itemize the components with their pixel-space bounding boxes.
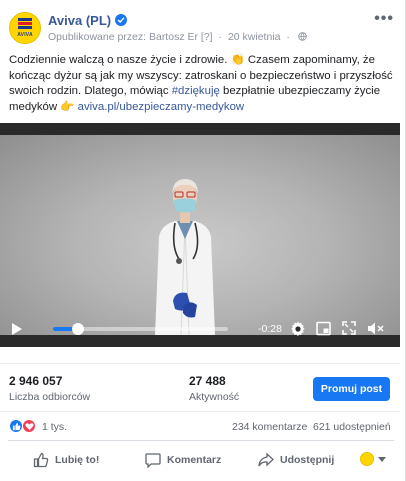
video-time-remaining: -0:28 bbox=[258, 323, 282, 335]
post-date[interactable]: 20 kwietnia bbox=[228, 31, 281, 43]
doctor-figure bbox=[155, 179, 215, 336]
globe-icon[interactable] bbox=[298, 32, 307, 41]
page-name[interactable]: Aviva (PL) bbox=[48, 13, 111, 28]
like-button-label: Lubię to! bbox=[55, 454, 100, 466]
post-insights: 2 946 057 Liczba odbiorców 27 488 Aktywn… bbox=[0, 363, 400, 411]
volume-muted-icon[interactable] bbox=[367, 321, 385, 336]
fullscreen-icon[interactable] bbox=[342, 321, 356, 335]
post-text: Codziennie walczą o nasze życie i zdrowi… bbox=[9, 53, 399, 115]
like-reaction-icon[interactable] bbox=[9, 419, 23, 433]
gear-icon[interactable] bbox=[290, 321, 306, 337]
hashtag-link[interactable]: #dziękuję bbox=[172, 85, 220, 97]
video-scrubber-handle[interactable] bbox=[71, 323, 84, 335]
share-button[interactable]: Udostępnij bbox=[258, 445, 348, 475]
external-link[interactable]: aviva.pl/ubezpieczamy-medykow bbox=[78, 101, 245, 113]
video-player[interactable]: -0:28 bbox=[0, 123, 400, 347]
post-card: AVIVA Aviva (PL) Opublikowane przez: Bar… bbox=[0, 0, 406, 481]
page-name-link[interactable]: Aviva (PL) bbox=[48, 13, 128, 28]
video-controls: -0:28 bbox=[0, 315, 400, 343]
verified-badge-icon bbox=[115, 14, 128, 26]
reach-label: Liczba odbiorców bbox=[9, 391, 91, 403]
engagement-label: Aktywność bbox=[189, 391, 240, 403]
avatar-logo-text: AVIVA bbox=[17, 32, 33, 38]
more-options-icon[interactable]: ••• bbox=[374, 10, 394, 28]
meta-separator-2: · bbox=[286, 31, 290, 43]
reactions-count[interactable]: 1 tys. bbox=[42, 421, 67, 433]
picture-in-picture-icon[interactable] bbox=[316, 321, 331, 336]
shares-count[interactable]: 621 udostępnień bbox=[313, 421, 391, 433]
love-reaction-icon[interactable] bbox=[22, 419, 36, 433]
meta-separator: · bbox=[218, 31, 223, 43]
acting-profile-avatar bbox=[360, 452, 374, 466]
reach-value[interactable]: 2 946 057 bbox=[9, 374, 62, 388]
share-button-label: Udostępnij bbox=[280, 454, 335, 466]
comment-icon bbox=[145, 453, 161, 468]
info-marker[interactable]: [?] bbox=[201, 31, 213, 43]
acting-profile-selector[interactable] bbox=[360, 452, 390, 468]
play-icon[interactable] bbox=[11, 322, 23, 336]
share-icon bbox=[258, 452, 274, 467]
chevron-down-icon bbox=[378, 457, 386, 462]
comment-button[interactable]: Komentarz bbox=[145, 445, 235, 475]
video-progress-bar[interactable] bbox=[53, 323, 228, 335]
engagement-value[interactable]: 27 488 bbox=[189, 374, 226, 388]
like-button[interactable]: Lubię to! bbox=[33, 445, 113, 475]
page-avatar[interactable]: AVIVA bbox=[9, 12, 41, 44]
thumbs-up-icon bbox=[33, 452, 49, 468]
published-by[interactable]: Opublikowane przez: Bartosz Er bbox=[48, 31, 198, 43]
comment-button-label: Komentarz bbox=[167, 454, 222, 466]
post-actions: Lubię to! Komentarz Udostępnij bbox=[8, 440, 394, 478]
post-header: AVIVA Aviva (PL) Opublikowane przez: Bar… bbox=[0, 0, 406, 50]
post-meta: Opublikowane przez: Bartosz Er [?] · 20 … bbox=[48, 31, 307, 43]
promote-post-button[interactable]: Promuj post bbox=[313, 377, 390, 401]
aviva-logo-icon bbox=[18, 18, 32, 29]
comments-count[interactable]: 234 komentarze bbox=[232, 421, 307, 433]
reactions-bar: 1 tys. 234 komentarze 621 udostępnień bbox=[0, 411, 400, 438]
video-frame[interactable] bbox=[0, 135, 400, 336]
